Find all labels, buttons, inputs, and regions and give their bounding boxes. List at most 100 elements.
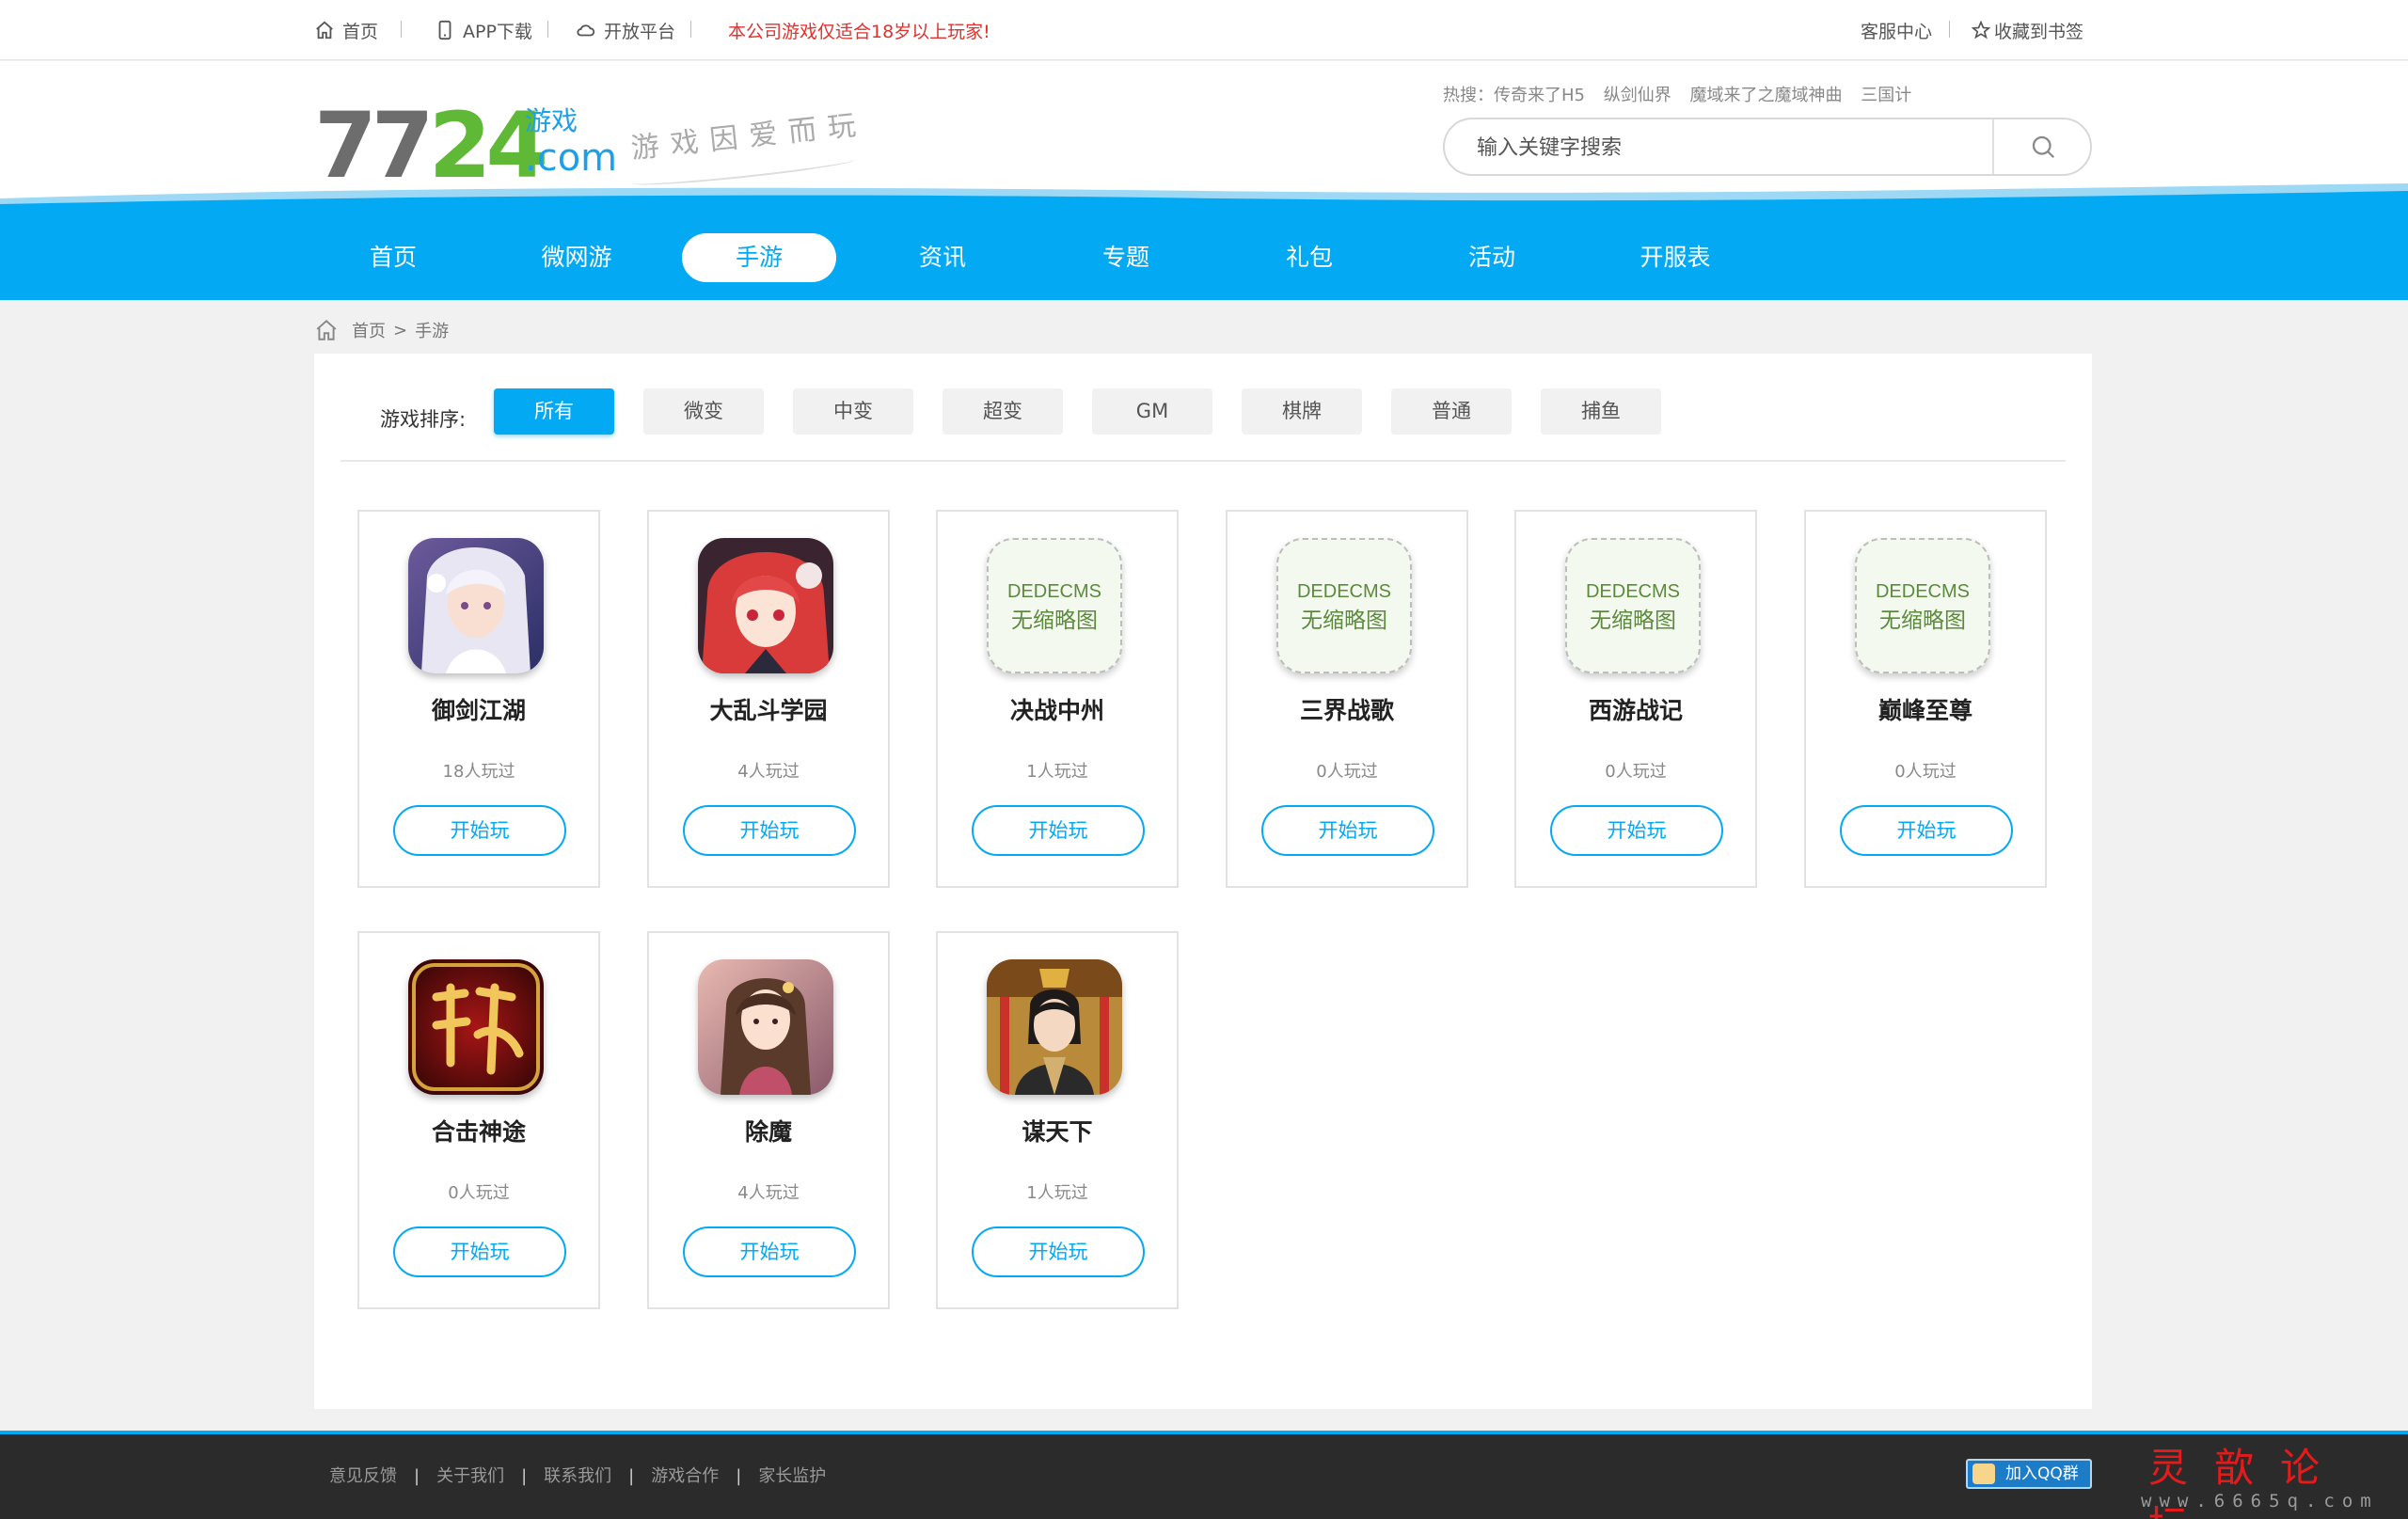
hot-term[interactable]: 传奇来了H5 — [1494, 86, 1585, 105]
site-logo[interactable]: 7724 游戏 .com — [314, 94, 617, 198]
cloud-icon — [577, 24, 595, 37]
hot-term[interactable]: 魔域来了之魔域神曲 — [1689, 86, 1842, 105]
start-play-button[interactable]: 开始玩 — [972, 805, 1145, 856]
sort-option-all[interactable]: 所有 — [494, 388, 614, 435]
sort-option-fishing[interactable]: 捕鱼 — [1541, 388, 1661, 435]
game-name[interactable]: 大乱斗学园 — [649, 692, 888, 726]
game-name[interactable]: 除魔 — [649, 1114, 888, 1147]
game-card: DEDECMS 无缩略图 巅峰至尊 0人玩过 开始玩 — [1804, 510, 2047, 888]
game-thumbnail-placeholder[interactable]: DEDECMS 无缩略图 — [1565, 538, 1701, 673]
game-card: DEDECMS 无缩略图 决战中州 1人玩过 开始玩 — [936, 510, 1179, 888]
sort-option-gm[interactable]: GM — [1092, 388, 1212, 435]
game-play-count: 1人玩过 — [1026, 762, 1088, 782]
game-name[interactable]: 决战中州 — [938, 692, 1177, 726]
nav-item-events[interactable]: 活动 — [1415, 233, 1569, 282]
header-wave — [0, 183, 2408, 212]
sort-option-medium[interactable]: 中变 — [793, 388, 913, 435]
breadcrumb-separator: > — [393, 320, 408, 340]
footer-separator: | — [736, 1466, 742, 1486]
footer-link-parental[interactable]: 家长监护 — [758, 1466, 826, 1486]
footer-separator: | — [414, 1466, 420, 1486]
start-play-button[interactable]: 开始玩 — [972, 1226, 1145, 1277]
game-art-icon — [408, 538, 544, 673]
top-app-label: APP下载 — [463, 21, 532, 42]
start-play-button[interactable]: 开始玩 — [1840, 805, 2013, 856]
nav-item-mobile-games[interactable]: 手游 — [682, 233, 836, 282]
game-play-count: 0人玩过 — [1894, 762, 1956, 782]
age-warning: 本公司游戏仅适合18岁以上玩家! — [728, 21, 990, 42]
site-footer: 意见反馈 | 关于我们 | 联系我们 | 游戏合作 | 家长监护 加入QQ群 灵歆论坛 www.… — [0, 1431, 2408, 1519]
game-play-count: 18人玩过 — [442, 762, 515, 782]
start-play-button[interactable]: 开始玩 — [683, 1226, 856, 1277]
placeholder-text: 无缩略图 — [1590, 608, 1676, 632]
top-divider — [1949, 21, 1950, 38]
game-name[interactable]: 西游战记 — [1516, 692, 1755, 726]
nav-item-home[interactable]: 首页 — [316, 233, 470, 282]
start-play-button[interactable]: 开始玩 — [393, 1226, 566, 1277]
qq-avatar-icon — [1972, 1464, 1995, 1484]
game-thumbnail-placeholder[interactable]: DEDECMS 无缩略图 — [987, 538, 1122, 673]
placeholder-text: DEDECMS — [1585, 581, 1680, 602]
sort-option-normal[interactable]: 普通 — [1391, 388, 1512, 435]
hot-term[interactable]: 纵剑仙界 — [1604, 86, 1671, 105]
game-name[interactable]: 三界战歌 — [1228, 692, 1466, 726]
nav-item-gifts[interactable]: 礼包 — [1232, 233, 1386, 282]
nav-item-news[interactable]: 资讯 — [865, 233, 1020, 282]
game-name[interactable]: 巅峰至尊 — [1806, 692, 2045, 726]
game-thumbnail-placeholder[interactable]: DEDECMS 无缩略图 — [1276, 538, 1412, 673]
game-play-count: 4人玩过 — [737, 1183, 800, 1203]
search-input[interactable] — [1477, 131, 1966, 165]
game-card: 大乱斗学园 4人玩过 开始玩 — [647, 510, 890, 888]
start-play-button[interactable]: 开始玩 — [683, 805, 856, 856]
nav-item-server-list[interactable]: 开服表 — [1598, 233, 1752, 282]
game-thumbnail[interactable] — [408, 538, 544, 673]
qq-label: 加入QQ群 — [2005, 1464, 2079, 1483]
footer-link-contact[interactable]: 联系我们 — [544, 1466, 611, 1486]
game-name[interactable]: 谋天下 — [938, 1114, 1177, 1147]
placeholder-text: DEDECMS — [1006, 581, 1101, 602]
start-play-button[interactable]: 开始玩 — [393, 805, 566, 856]
game-thumbnail-placeholder[interactable]: DEDECMS 无缩略图 — [1855, 538, 1990, 673]
nav-item-web-games[interactable]: 微网游 — [499, 233, 654, 282]
logo-game-text: 游戏 — [525, 105, 578, 136]
game-art-icon — [698, 959, 833, 1095]
service-link[interactable]: 客服中心 — [1861, 0, 1932, 60]
sort-option-micro[interactable]: 微变 — [643, 388, 764, 435]
watermark-url: www.6665q.com — [2141, 1491, 2379, 1511]
game-name[interactable]: 合击神途 — [359, 1114, 598, 1147]
top-divider — [547, 21, 548, 38]
footer-link-feedback[interactable]: 意见反馈 — [329, 1466, 397, 1486]
sort-option-super[interactable]: 超变 — [943, 388, 1063, 435]
sort-option-board[interactable]: 棋牌 — [1242, 388, 1362, 435]
top-open-label: 开放平台 — [604, 21, 676, 42]
star-icon — [1972, 21, 1990, 40]
game-thumbnail[interactable] — [408, 959, 544, 1095]
bookmark-link[interactable]: 收藏到书签 — [1972, 0, 2083, 60]
breadcrumb-home[interactable]: 首页 — [352, 318, 386, 342]
join-qq-group-button[interactable]: 加入QQ群 — [1966, 1459, 2092, 1489]
top-app-link[interactable]: APP下载 — [435, 0, 532, 60]
top-divider — [401, 21, 402, 38]
top-bar: 首页 APP下载 开放平台 本公司游戏仅适合18岁以上玩家! 客服中心 收藏到书… — [0, 0, 2408, 60]
footer-separator: | — [521, 1466, 528, 1486]
start-play-button[interactable]: 开始玩 — [1550, 805, 1723, 856]
game-thumbnail[interactable] — [987, 959, 1122, 1095]
game-thumbnail[interactable] — [698, 959, 833, 1095]
start-play-button[interactable]: 开始玩 — [1261, 805, 1434, 856]
game-art-icon — [698, 538, 833, 673]
footer-link-about[interactable]: 关于我们 — [436, 1466, 504, 1486]
game-card: 谋天下 1人玩过 开始玩 — [936, 931, 1179, 1309]
game-name[interactable]: 御剑江湖 — [359, 692, 598, 726]
top-divider — [690, 21, 691, 38]
nav-item-topics[interactable]: 专题 — [1049, 233, 1203, 282]
top-home-link[interactable]: 首页 — [314, 0, 378, 60]
top-open-link[interactable]: 开放平台 — [576, 0, 675, 60]
home-icon — [316, 21, 333, 40]
top-home-label: 首页 — [342, 21, 379, 42]
footer-link-cooperation[interactable]: 游戏合作 — [651, 1466, 719, 1486]
hot-term[interactable]: 三国计 — [1861, 86, 1911, 105]
search-button[interactable] — [1996, 119, 2090, 174]
game-thumbnail[interactable] — [698, 538, 833, 673]
home-icon — [316, 319, 337, 340]
search-divider — [1992, 119, 1994, 174]
